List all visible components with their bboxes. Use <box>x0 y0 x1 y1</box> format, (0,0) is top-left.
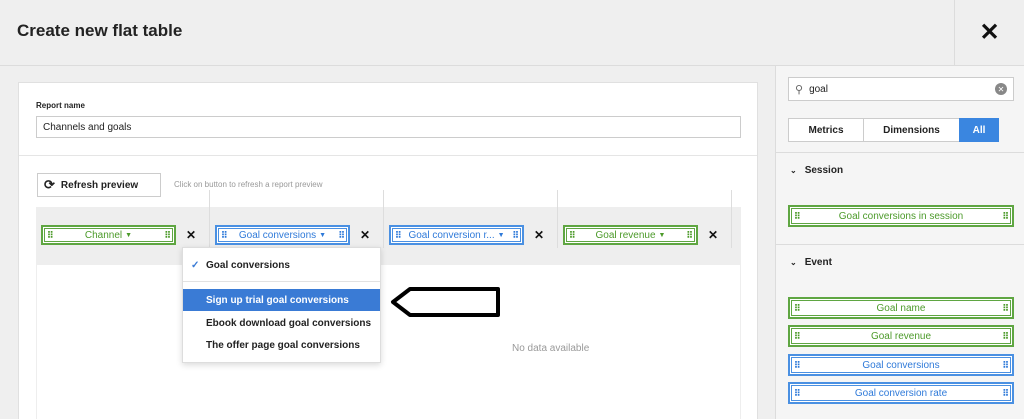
drag-handle-icon[interactable]: ⠿ <box>1002 332 1009 341</box>
fields-sidebar: ⚲ ✕ Metrics Dimensions All ⌄ Session ⠿ Go… <box>775 66 1024 419</box>
group-header-session[interactable]: ⌄ Session <box>790 165 843 176</box>
drag-handle-icon[interactable]: ⠿ <box>164 231 171 240</box>
dropdown-divider <box>183 281 380 282</box>
refresh-preview-button[interactable]: ⟳ Refresh preview <box>37 173 161 197</box>
column-label: Goal conversion r... <box>408 229 495 241</box>
dropdown-item-label: Goal conversions <box>206 259 290 271</box>
field-label: Goal revenue <box>870 330 932 342</box>
group-title: Event <box>804 257 832 268</box>
refresh-icon: ⟳ <box>44 177 55 192</box>
chevron-down-icon: ▼ <box>319 231 327 239</box>
field-item[interactable]: ⠿ Goal conversion rate ⠿ <box>788 382 1014 404</box>
close-button[interactable]: ✕ <box>954 0 1024 65</box>
column-pill-goal-revenue[interactable]: ⠿ Goal revenue ▼ ⠿ <box>563 225 698 245</box>
field-item[interactable]: ⠿ Goal revenue ⠿ <box>788 325 1014 347</box>
checkmark-icon: ✓ <box>191 259 200 271</box>
drag-handle-icon[interactable]: ⠿ <box>395 231 402 240</box>
dropdown-item[interactable]: The offer page goal conversions <box>183 334 380 356</box>
refresh-preview-label: Refresh preview <box>60 179 139 191</box>
remove-column-button[interactable]: ✕ <box>360 228 370 242</box>
dropdown-item-label: Ebook download goal conversions <box>206 317 372 329</box>
chevron-down-icon: ▼ <box>497 231 505 239</box>
group-header-event[interactable]: ⌄ Event <box>790 257 832 268</box>
column-label: Goal conversions <box>238 229 317 241</box>
report-card: Report name ⟳ Refresh preview Click on b… <box>18 82 758 419</box>
report-name-label: Report name <box>36 101 85 110</box>
field-label: Goal name <box>876 302 926 314</box>
field-item[interactable]: ⠿ Goal conversions ⠿ <box>788 354 1014 376</box>
search-input[interactable] <box>809 83 980 95</box>
chevron-down-icon: ▼ <box>125 231 133 239</box>
drag-handle-icon[interactable]: ⠿ <box>338 231 345 240</box>
metric-dropdown: ✓ Goal conversions Sign up trial goal co… <box>182 247 381 363</box>
column-separator <box>731 190 732 248</box>
column-separator <box>209 190 210 248</box>
report-name-input[interactable] <box>36 116 741 138</box>
divider <box>19 155 757 156</box>
empty-state-text: No data available <box>512 343 590 354</box>
column-label: Channel <box>84 229 123 241</box>
drag-handle-icon[interactable]: ⠿ <box>794 212 801 221</box>
column-pill-goal-conversion-rate[interactable]: ⠿ Goal conversion r... ▼ ⠿ <box>389 225 524 245</box>
search-icon: ⚲ <box>795 83 804 96</box>
column-separator <box>383 190 384 248</box>
drag-handle-icon[interactable]: ⠿ <box>569 231 576 240</box>
clear-search-icon[interactable]: ✕ <box>995 83 1007 95</box>
remove-column-button[interactable]: ✕ <box>534 228 544 242</box>
drag-handle-icon[interactable]: ⠿ <box>794 304 801 313</box>
drag-handle-icon[interactable]: ⠿ <box>1002 212 1009 221</box>
dropdown-item[interactable]: Ebook download goal conversions <box>183 312 380 334</box>
tab-dimensions[interactable]: Dimensions <box>863 118 960 142</box>
drag-handle-icon[interactable]: ⠿ <box>512 231 519 240</box>
drag-handle-icon[interactable]: ⠿ <box>794 332 801 341</box>
column-pill-channel[interactable]: ⠿ Channel ▼ ⠿ <box>41 225 176 245</box>
remove-column-button[interactable]: ✕ <box>186 228 196 242</box>
dropdown-item[interactable]: ✓ Goal conversions <box>183 254 380 276</box>
divider <box>776 152 1024 153</box>
tab-metrics[interactable]: Metrics <box>788 118 864 142</box>
column-separator <box>557 190 558 248</box>
column-pill-goal-conversions[interactable]: ⠿ Goal conversions ▼ ⠿ <box>215 225 350 245</box>
dropdown-item-label: The offer page goal conversions <box>206 339 360 351</box>
field-label: Goal conversion rate <box>854 387 948 399</box>
dropdown-item-label: Sign up trial goal conversions <box>206 294 349 306</box>
drag-handle-icon[interactable]: ⠿ <box>1002 389 1009 398</box>
field-search[interactable]: ⚲ ✕ <box>788 77 1014 101</box>
chevron-down-icon: ▼ <box>658 231 666 239</box>
field-label: Goal conversions in session <box>838 210 964 222</box>
drag-handle-icon[interactable]: ⠿ <box>794 389 801 398</box>
dialog-title: Create new flat table <box>17 21 183 40</box>
close-icon: ✕ <box>979 19 1000 46</box>
drag-handle-icon[interactable]: ⠿ <box>1002 304 1009 313</box>
drag-handle-icon[interactable]: ⠿ <box>1002 361 1009 370</box>
drag-handle-icon[interactable]: ⠿ <box>221 231 228 240</box>
pointer-arrow-icon <box>391 287 500 317</box>
refresh-hint: Click on button to refresh a report prev… <box>174 180 323 189</box>
field-label: Goal conversions <box>862 359 940 371</box>
chevron-down-icon: ⌄ <box>790 166 797 175</box>
divider <box>776 244 1024 245</box>
drag-handle-icon[interactable]: ⠿ <box>47 231 54 240</box>
tab-all[interactable]: All <box>959 118 999 142</box>
chevron-down-icon: ⌄ <box>790 258 797 267</box>
field-item[interactable]: ⠿ Goal name ⠿ <box>788 297 1014 319</box>
group-title: Session <box>804 165 844 176</box>
field-item[interactable]: ⠿ Goal conversions in session ⠿ <box>788 205 1014 227</box>
dropdown-item[interactable]: Sign up trial goal conversions <box>183 289 380 311</box>
drag-handle-icon[interactable]: ⠿ <box>794 361 801 370</box>
remove-column-button[interactable]: ✕ <box>708 228 718 242</box>
dialog-header: Create new flat table ✕ <box>0 0 1024 66</box>
preview-table-body <box>36 265 741 419</box>
column-label: Goal revenue <box>595 229 656 241</box>
drag-handle-icon[interactable]: ⠿ <box>686 231 693 240</box>
